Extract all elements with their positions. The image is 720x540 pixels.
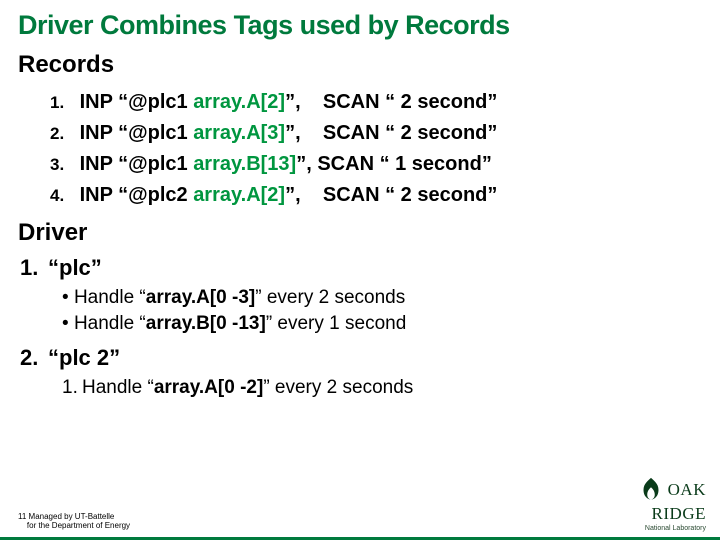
records-heading: Records	[18, 51, 702, 79]
driver-bullets: Handle “array.A[0 -3]” every 2 seconds H…	[62, 287, 702, 335]
item-array: array.A[3]	[193, 122, 285, 144]
driver-item: 2.“plc 2” 1.Handle “array.A[0 -2]” every…	[20, 345, 702, 399]
records-item: 2. INP “@plc1 array.A[3]”, SCAN “ 2 seco…	[50, 118, 702, 149]
item-pre: INP “@plc2	[80, 184, 194, 206]
page-number: 11	[18, 512, 26, 521]
bullet-item: Handle “array.A[0 -3]” every 2 seconds	[62, 287, 702, 309]
item-number: 1.	[50, 90, 74, 116]
sub-array: array.A[0 -2]	[154, 377, 263, 398]
driver-label: “plc”	[48, 255, 102, 280]
records-item: 1. INP “@plc1 array.A[2]”, SCAN “ 2 seco…	[50, 87, 702, 118]
slide-title: Driver Combines Tags used by Records	[18, 10, 702, 41]
bullet-post: ” every 1 second	[266, 313, 406, 334]
item-post: ”,	[285, 184, 301, 206]
records-list: 1. INP “@plc1 array.A[2]”, SCAN “ 2 seco…	[50, 87, 702, 211]
bullet-array: array.A[0 -3]	[146, 287, 255, 308]
item-pre: INP “@plc1	[80, 91, 194, 113]
footer: 11 Managed by UT-Battelle for the Depart…	[18, 512, 130, 530]
bullet-pre: Handle “	[74, 313, 146, 334]
item-number: 4.	[50, 183, 74, 209]
item-pre: INP “@plc1	[80, 122, 194, 144]
item-array: array.A[2]	[193, 184, 285, 206]
item-post: ”,	[296, 153, 312, 175]
item-pre: INP “@plc1	[80, 153, 194, 175]
driver-list: 1.“plc” Handle “array.A[0 -3]” every 2 s…	[20, 255, 702, 399]
bullet-post: ” every 2 seconds	[255, 287, 405, 308]
item-post: ”,	[285, 122, 301, 144]
item-scan: SCAN “ 1 second”	[317, 153, 491, 175]
oak-leaf-icon	[636, 476, 666, 506]
sub-number: 1.	[62, 377, 82, 399]
item-scan: SCAN “ 2 second”	[323, 184, 497, 206]
item-array: array.B[13]	[193, 153, 296, 175]
bullet-item: Handle “array.B[0 -13]” every 1 second	[62, 313, 702, 335]
item-array: array.A[2]	[193, 91, 285, 113]
driver-heading: Driver	[18, 219, 702, 247]
footer-line2: for the Department of Energy	[27, 521, 130, 530]
bullet-pre: Handle “	[74, 287, 146, 308]
footer-line1: Managed by UT-Battelle	[29, 512, 115, 521]
driver-sublist: 1.Handle “array.A[0 -2]” every 2 seconds	[62, 377, 702, 399]
sub-pre: Handle “	[82, 377, 154, 398]
item-number: 2.	[50, 121, 74, 147]
driver-number: 2.	[20, 345, 48, 371]
bullet-array: array.B[0 -13]	[146, 313, 266, 334]
driver-label: “plc 2”	[48, 345, 120, 370]
logo-sub: National Laboratory	[636, 525, 706, 532]
sub-item: 1.Handle “array.A[0 -2]” every 2 seconds	[62, 377, 702, 399]
sub-post: ” every 2 seconds	[263, 377, 413, 398]
driver-item: 1.“plc” Handle “array.A[0 -3]” every 2 s…	[20, 255, 702, 335]
records-item: 4. INP “@plc2 array.A[2]”, SCAN “ 2 seco…	[50, 180, 702, 211]
item-number: 3.	[50, 152, 74, 178]
logo: OAKRIDGE National Laboratory	[636, 476, 706, 532]
item-post: ”,	[285, 91, 301, 113]
item-scan: SCAN “ 2 second”	[323, 91, 497, 113]
driver-number: 1.	[20, 255, 48, 281]
item-scan: SCAN “ 2 second”	[323, 122, 497, 144]
records-item: 3. INP “@plc1 array.B[13]”, SCAN “ 1 sec…	[50, 149, 702, 180]
